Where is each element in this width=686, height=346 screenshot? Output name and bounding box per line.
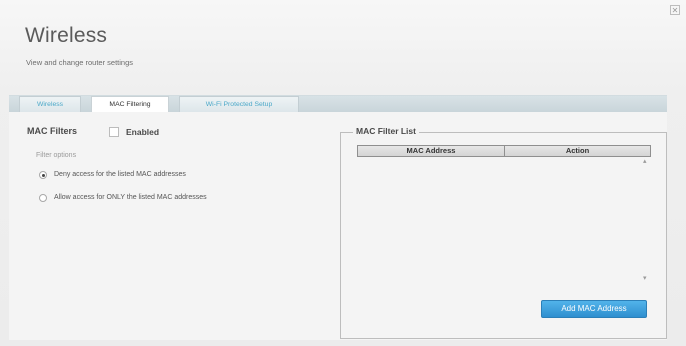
mac-filter-list-legend: MAC Filter List: [353, 126, 419, 136]
dialog-window: ✕ Wireless View and change router settin…: [0, 0, 686, 346]
allow-radio-label[interactable]: Allow access for ONLY the listed MAC add…: [54, 194, 207, 201]
deny-radio-label[interactable]: Deny access for the listed MAC addresses: [54, 171, 186, 178]
column-mac-address: MAC Address: [358, 146, 505, 156]
scroll-down-icon[interactable]: ▾: [643, 274, 647, 282]
tab-mac-filtering[interactable]: MAC Filtering: [91, 96, 169, 113]
page-title: Wireless: [25, 24, 108, 47]
filter-options-label: Filter options: [36, 152, 77, 159]
tab-bar: Wireless MAC Filtering Wi-Fi Protected S…: [9, 95, 667, 113]
deny-radio[interactable]: [39, 171, 47, 179]
tab-wifi-protected-setup[interactable]: Wi-Fi Protected Setup: [179, 96, 299, 112]
mac-filters-heading: MAC Filters: [27, 126, 78, 136]
tab-wireless[interactable]: Wireless: [19, 96, 81, 112]
page-subtitle: View and change router settings: [26, 58, 134, 67]
add-mac-address-button[interactable]: Add MAC Address: [541, 300, 647, 318]
enabled-checkbox[interactable]: [109, 127, 119, 137]
column-action: Action: [565, 146, 590, 155]
scroll-up-icon[interactable]: ▴: [643, 157, 647, 165]
enabled-label[interactable]: Enabled: [126, 127, 159, 137]
close-icon[interactable]: ✕: [670, 5, 680, 15]
mac-table-header: MAC Address Action: [357, 145, 651, 157]
allow-radio[interactable]: [39, 194, 47, 202]
